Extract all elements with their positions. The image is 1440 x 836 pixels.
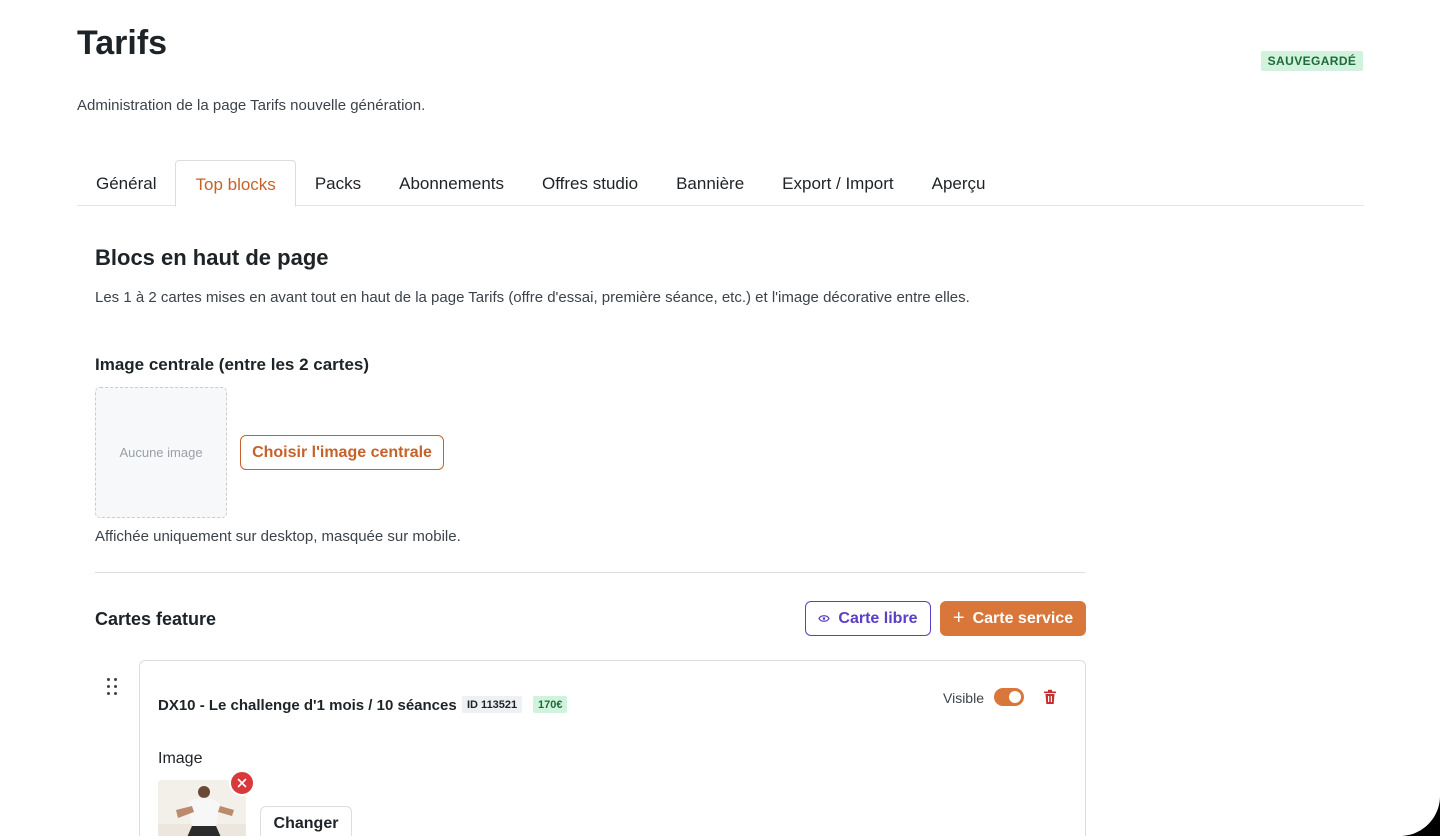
change-image-button[interactable]: Changer xyxy=(260,806,352,836)
visible-label: Visible xyxy=(943,690,984,706)
page-title: Tarifs xyxy=(77,24,168,62)
status-badge: SAUVEGARDÉ xyxy=(1261,51,1363,71)
tab-bar: Général Top blocks Packs Abonnements Off… xyxy=(77,160,1364,207)
tab-offres-studio[interactable]: Offres studio xyxy=(523,160,657,206)
page-subtitle: Administration de la page Tarifs nouvell… xyxy=(77,97,426,114)
no-image-text: Aucune image xyxy=(119,445,203,460)
drag-handle-icon[interactable] xyxy=(105,676,119,696)
tab-banniere[interactable]: Bannière xyxy=(657,160,763,206)
section-title: Blocs en haut de page xyxy=(95,245,329,270)
central-image-heading: Image centrale (entre les 2 cartes) xyxy=(95,355,370,374)
service-card-button[interactable]: + Carte service xyxy=(940,601,1086,636)
tab-abonnements[interactable]: Abonnements xyxy=(380,160,523,206)
close-icon[interactable] xyxy=(229,770,255,796)
central-image-placeholder[interactable]: Aucune image xyxy=(95,387,227,518)
section-description: Les 1 à 2 cartes mises en avant tout en … xyxy=(95,289,970,306)
price-badge: 170€ xyxy=(533,696,568,713)
tab-packs[interactable]: Packs xyxy=(296,160,380,206)
feature-card-title: DX10 - Le challenge d'1 mois / 10 séance… xyxy=(158,697,457,714)
tab-top-blocks[interactable]: Top blocks xyxy=(175,160,296,207)
card-image-label: Image xyxy=(158,750,203,767)
service-id-badge: ID 113521 xyxy=(462,696,523,713)
plus-icon: + xyxy=(952,606,965,629)
central-image-note: Affichée uniquement sur desktop, masquée… xyxy=(95,528,461,545)
visible-toggle[interactable] xyxy=(994,688,1024,706)
feature-card: DX10 - Le challenge d'1 mois / 10 séance… xyxy=(139,660,1086,836)
choose-central-image-button[interactable]: Choisir l'image centrale xyxy=(240,435,444,470)
tab-apercu[interactable]: Aperçu xyxy=(913,160,1005,206)
free-card-label: Carte libre xyxy=(838,609,918,627)
tab-export-import[interactable]: Export / Import xyxy=(763,160,912,206)
feature-cards-heading: Cartes feature xyxy=(95,609,217,629)
service-card-label: Carte service xyxy=(972,609,1074,627)
free-card-button[interactable]: Carte libre xyxy=(805,601,931,636)
divider xyxy=(95,572,1085,573)
window-corner xyxy=(1400,796,1440,836)
eye-icon xyxy=(818,610,831,628)
tab-general[interactable]: Général xyxy=(77,160,175,206)
trash-icon[interactable] xyxy=(1043,689,1057,705)
